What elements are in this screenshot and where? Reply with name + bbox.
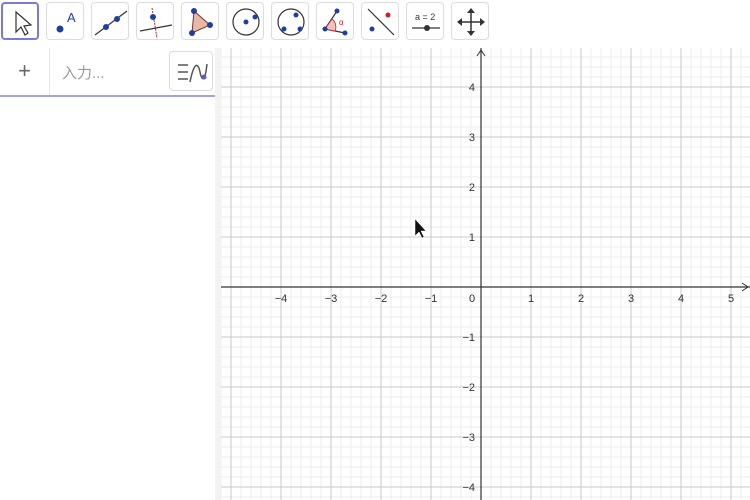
x-tick-label: 2 — [578, 293, 584, 305]
point-tool-button[interactable]: A — [46, 2, 84, 40]
circle-center-point-tool-button[interactable] — [226, 2, 264, 40]
y-tick-label: −4 — [462, 482, 475, 494]
polygon-icon — [189, 8, 213, 36]
point-label: A — [67, 10, 76, 25]
slider-icon: a = 2 — [412, 12, 440, 31]
y-tick-label: −3 — [462, 432, 475, 444]
perpendicular-line-tool-button[interactable] — [136, 2, 174, 40]
move-tool-button[interactable] — [1, 2, 39, 40]
y-tick-label: −2 — [462, 382, 475, 394]
y-tick-label: −1 — [462, 332, 475, 344]
slider-label: a = 2 — [415, 12, 435, 22]
y-tick-label: 1 — [469, 232, 475, 244]
reflect-tool-button[interactable] — [361, 2, 399, 40]
cursor-arrow-icon — [15, 10, 33, 36]
reflect-line-icon — [367, 8, 395, 36]
x-tick-label: 1 — [528, 293, 534, 305]
angle-label: α — [339, 18, 344, 27]
x-tick-label: 0 — [469, 293, 475, 305]
perpendicular-line-icon — [139, 7, 173, 39]
angle-tool-button[interactable]: α — [316, 2, 354, 40]
point-icon: A — [56, 10, 76, 33]
x-tick-label: −1 — [425, 293, 438, 305]
graph-view-button[interactable] — [169, 51, 213, 91]
circle-three-points-icon — [277, 8, 305, 36]
add-item-button[interactable]: + — [0, 48, 50, 95]
line-icon — [94, 10, 128, 36]
coordinate-grid — [221, 48, 750, 500]
angle-icon: α — [322, 8, 348, 36]
y-tick-label: 2 — [469, 182, 475, 194]
x-tick-label: 4 — [678, 293, 684, 305]
y-tick-label: 3 — [469, 132, 475, 144]
algebra-input-field[interactable] — [60, 60, 164, 86]
line-tool-button[interactable] — [91, 2, 129, 40]
x-axis-tick-labels: −4 −3 −2 −1 0 1 2 3 4 5 — [275, 293, 734, 305]
circle-three-points-tool-button[interactable] — [271, 2, 309, 40]
graphics-view[interactable]: −4 −3 −2 −1 0 1 2 3 4 5 4 3 2 1 −1 −2 −3 −4 — [221, 48, 750, 500]
x-tick-label: −3 — [325, 293, 338, 305]
toolbar: A α a = 2 — [0, 0, 750, 46]
x-tick-label: 3 — [628, 293, 634, 305]
graph-view-icon — [178, 63, 208, 83]
circle-center-icon — [232, 8, 260, 36]
x-tick-label: −4 — [275, 293, 288, 305]
x-tick-label: 5 — [728, 293, 734, 305]
algebra-input-row: + — [0, 48, 215, 97]
polygon-tool-button[interactable] — [181, 2, 219, 40]
x-tick-label: −2 — [375, 293, 388, 305]
y-axis-tick-labels: 4 3 2 1 −1 −2 −3 −4 — [462, 82, 475, 494]
y-tick-label: 4 — [469, 82, 475, 94]
move-graphics-view-tool-button[interactable] — [451, 2, 489, 40]
slider-tool-button[interactable]: a = 2 — [406, 2, 444, 40]
algebra-view: + — [0, 48, 216, 500]
move-arrows-icon — [457, 8, 485, 36]
